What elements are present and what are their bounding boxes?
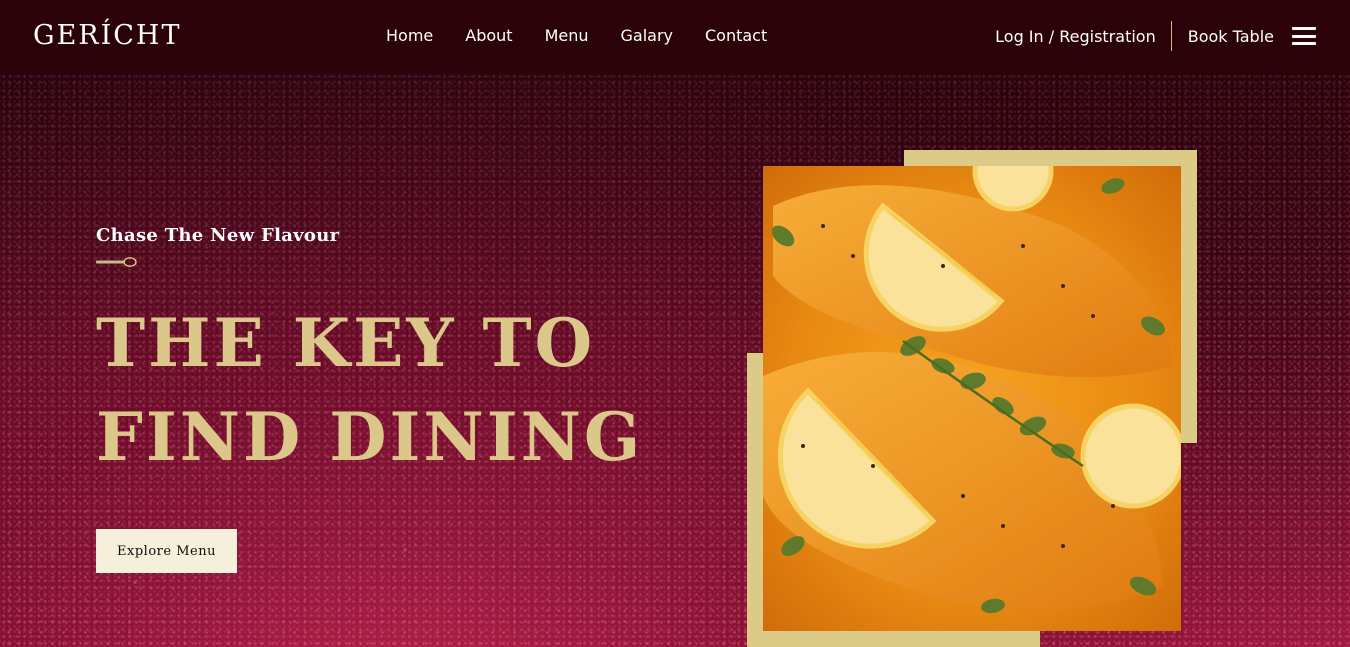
login-registration-link[interactable]: Log In / Registration	[995, 27, 1156, 46]
hero-subtitle: Chase The New Flavour	[96, 225, 340, 246]
nav-actions: Log In / Registration Book Table	[995, 21, 1316, 51]
nav-link-gallery[interactable]: Galary	[621, 26, 674, 45]
headline-line-2: FIND DINING	[96, 398, 644, 476]
spoon-icon	[96, 257, 137, 267]
nav-divider	[1170, 21, 1172, 51]
hero-headline: THE KEY TO FIND DINING	[96, 296, 643, 484]
site-logo[interactable]: GERÍCHT	[33, 20, 182, 51]
nav-link-home[interactable]: Home	[386, 26, 433, 45]
navbar: GERÍCHT Home About Menu Galary Contact L…	[0, 0, 1350, 73]
hero-food-image	[763, 166, 1181, 631]
nav-link-about[interactable]: About	[465, 26, 512, 45]
nav-link-menu[interactable]: Menu	[545, 26, 589, 45]
main-nav: Home About Menu Galary Contact	[386, 26, 767, 45]
salmon-dish-illustration	[763, 166, 1181, 631]
hamburger-menu-icon[interactable]	[1292, 27, 1316, 45]
book-table-link[interactable]: Book Table	[1188, 27, 1274, 46]
nav-link-contact[interactable]: Contact	[705, 26, 767, 45]
headline-line-1: THE KEY TO	[96, 304, 596, 382]
explore-menu-button[interactable]: Explore Menu	[96, 529, 237, 573]
